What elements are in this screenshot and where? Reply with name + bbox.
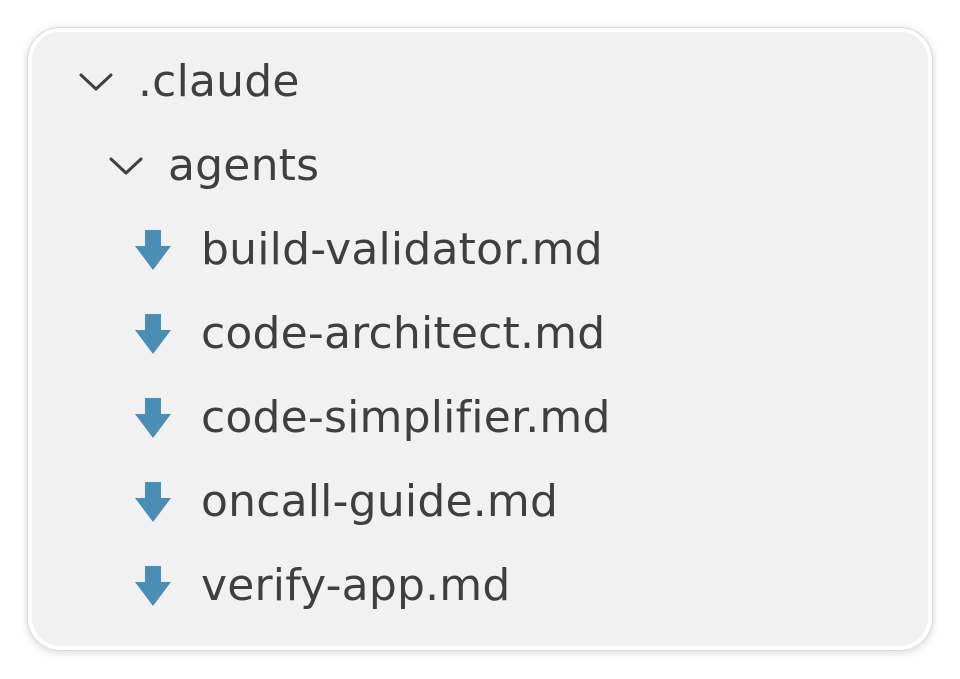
folder-label: .claude [138, 56, 300, 107]
tree-file-verify-app[interactable]: verify-app.md [32, 544, 510, 628]
file-explorer-panel: .claude agents build-validator.md code-a… [28, 28, 932, 650]
markdown-file-icon [130, 395, 176, 441]
tree-file-code-simplifier[interactable]: code-simplifier.md [32, 376, 611, 460]
file-label: oncall-guide.md [201, 476, 559, 527]
markdown-file-icon [130, 563, 176, 609]
tree-file-build-validator[interactable]: build-validator.md [32, 208, 603, 292]
chevron-down-icon[interactable] [106, 146, 146, 186]
markdown-file-icon [130, 479, 176, 525]
folder-label: agents [168, 140, 320, 191]
file-label: verify-app.md [201, 560, 511, 611]
file-label: code-simplifier.md [201, 392, 611, 443]
tree-file-code-architect[interactable]: code-architect.md [32, 292, 605, 376]
markdown-file-icon [130, 227, 176, 273]
screenshot-stage: .claude agents build-validator.md code-a… [0, 0, 960, 679]
file-label: code-architect.md [201, 308, 606, 359]
tree-folder-claude[interactable]: .claude [32, 40, 300, 124]
tree-folder-agents[interactable]: agents [32, 124, 319, 208]
chevron-down-icon[interactable] [76, 62, 116, 102]
file-label: build-validator.md [201, 224, 603, 275]
tree-file-oncall-guide[interactable]: oncall-guide.md [32, 460, 558, 544]
markdown-file-icon [130, 311, 176, 357]
